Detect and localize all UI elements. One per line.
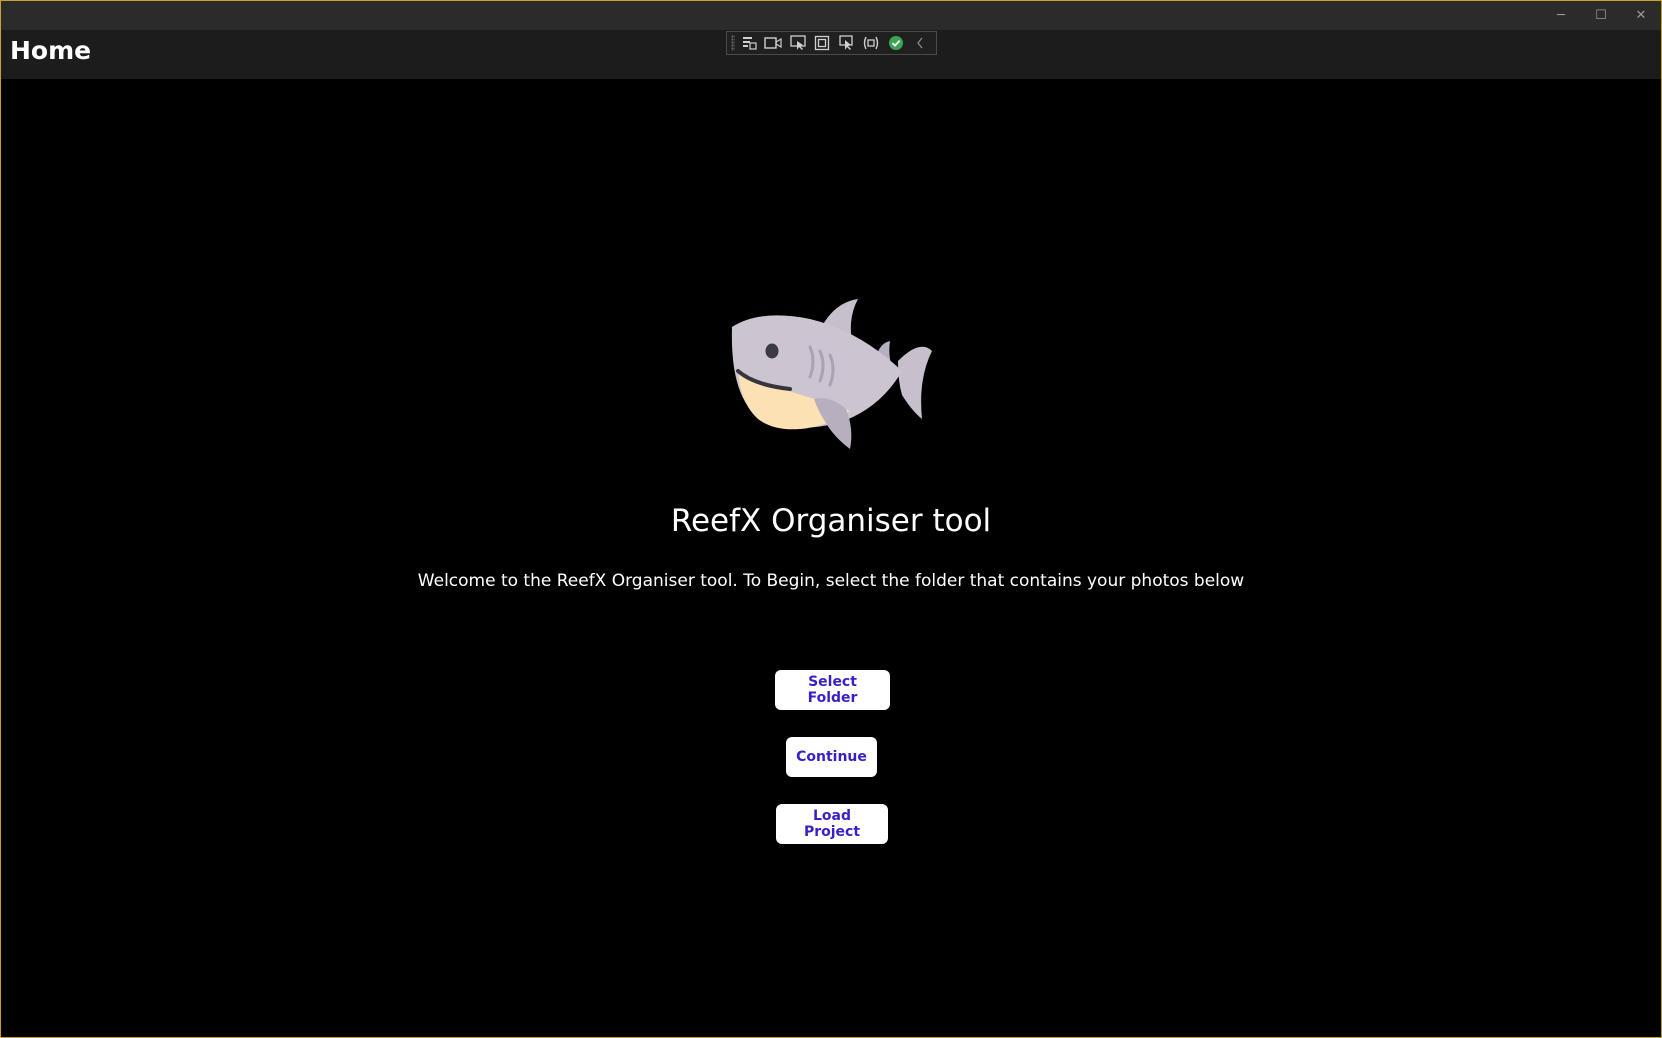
close-button[interactable]: ✕ <box>1621 1 1661 30</box>
minimize-button[interactable]: ─ <box>1541 1 1581 30</box>
toolbar-grip-icon[interactable] <box>731 35 735 51</box>
app-window: ─ ☐ ✕ Home ReefX Organiser tool Welcome … <box>0 0 1662 1038</box>
app-title: ReefX Organiser tool <box>670 503 992 539</box>
main-content: ReefX Organiser tool Welcome to the Reef… <box>1 79 1661 1037</box>
continue-button[interactable]: Continue <box>786 737 877 777</box>
select-element-icon[interactable] <box>789 33 807 53</box>
binding-failures-icon[interactable] <box>862 33 880 53</box>
video-capture-icon[interactable] <box>764 33 782 53</box>
title-bar[interactable]: ─ ☐ ✕ <box>1 1 1661 30</box>
shark-icon <box>730 299 932 449</box>
maximize-button[interactable]: ☐ <box>1581 1 1621 30</box>
live-visual-tree-icon[interactable] <box>740 33 758 53</box>
debug-toolbar <box>726 31 937 55</box>
load-project-button[interactable]: Load Project <box>776 804 888 844</box>
page-title: Home <box>10 36 92 65</box>
welcome-text: Welcome to the ReefX Organiser tool. To … <box>417 571 1245 591</box>
select-folder-button[interactable]: Select Folder <box>775 670 890 710</box>
track-focused-element-icon[interactable] <box>838 33 856 53</box>
display-layout-adorners-icon[interactable] <box>813 33 831 53</box>
hot-reload-ok-icon[interactable] <box>887 33 905 53</box>
collapse-chevron-icon[interactable] <box>911 33 929 53</box>
window-controls: ─ ☐ ✕ <box>1541 1 1661 30</box>
